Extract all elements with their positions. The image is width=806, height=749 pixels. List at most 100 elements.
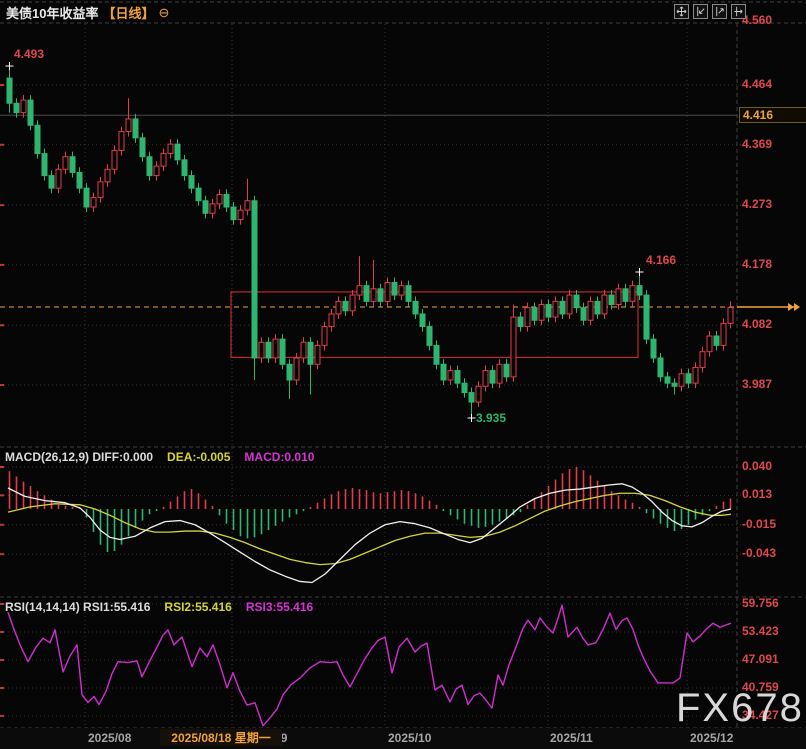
- candle-body: [14, 103, 19, 112]
- candle-body: [252, 201, 257, 358]
- candle-body: [91, 198, 96, 207]
- candle-body: [315, 345, 320, 364]
- candle-body: [679, 374, 684, 387]
- candle-body: [322, 327, 327, 346]
- candle-body: [210, 204, 215, 213]
- chart-header: 美债10年收益率 【日线】 ⊖: [6, 3, 169, 21]
- diff-line: [8, 484, 731, 583]
- date-axis: 2025/082025/092025/102025/112025/122025/…: [0, 728, 806, 749]
- candle-body: [700, 352, 705, 368]
- candle-body: [623, 289, 628, 302]
- candle-body: [413, 301, 418, 314]
- candle-body: [560, 301, 565, 314]
- candle-body: [693, 367, 698, 383]
- candle-body: [525, 308, 530, 327]
- candle-body: [245, 201, 250, 210]
- candle-body: [280, 339, 285, 364]
- candle-body: [56, 169, 61, 188]
- candle-body: [28, 100, 33, 125]
- expand-scale-icon[interactable]: [712, 4, 727, 19]
- macd-axis-label: 0.040: [742, 459, 804, 473]
- candle-body: [644, 295, 649, 339]
- macd-axis-label: 0.013: [742, 487, 804, 501]
- candle-body: [546, 305, 551, 318]
- candle-body: [84, 188, 89, 207]
- candle-body: [196, 188, 201, 201]
- date-axis-label: 2025/10: [388, 731, 431, 745]
- candle-body: [462, 383, 467, 392]
- candle-body: [42, 154, 47, 176]
- candle-body: [189, 176, 194, 189]
- candle-body: [7, 78, 12, 103]
- candle-body: [553, 301, 558, 317]
- price-extreme-label: 3.935: [476, 411, 506, 425]
- candle-body: [630, 286, 635, 302]
- candle-body: [63, 157, 68, 170]
- macd-diff-value: MACD(26,12,9) DIFF:0.000: [5, 450, 153, 464]
- rsi-line: [8, 605, 731, 726]
- candle-body: [224, 194, 229, 207]
- watermark: FX678: [676, 686, 804, 731]
- candle-body: [434, 345, 439, 364]
- macd-macd-value: MACD:0.010: [244, 450, 314, 464]
- rsi2-value: RSI2:55.416: [164, 600, 231, 614]
- candle-body: [616, 289, 621, 305]
- candle-body: [217, 194, 222, 203]
- price-axis-label: 4.369: [742, 137, 804, 151]
- price-extreme-label: 4.166: [646, 253, 676, 267]
- trading-chart-app: 美债10年收益率 【日线】 ⊖ MACD(26,12,9) DIFF:0.000: [0, 0, 806, 749]
- level-price-label: 4.416: [739, 107, 806, 123]
- candle-body: [273, 339, 278, 358]
- compress-scale-icon[interactable]: [693, 4, 708, 19]
- candle-body: [539, 305, 544, 321]
- candle-body: [672, 383, 677, 386]
- candle-body: [70, 157, 75, 173]
- candle-body: [287, 364, 292, 380]
- candle-body: [147, 157, 152, 176]
- rsi-axis-label: 53.423: [742, 624, 804, 638]
- candle-body: [259, 342, 264, 358]
- macd-axis-label: -0.015: [742, 517, 804, 531]
- candle-body: [203, 201, 208, 214]
- candle-body: [399, 286, 404, 295]
- price-axis-label: 4.560: [742, 13, 804, 27]
- candle-body: [371, 289, 376, 302]
- chart-canvas[interactable]: [0, 0, 806, 749]
- candle-body: [497, 364, 502, 383]
- candle-body: [49, 176, 54, 189]
- candle-body: [574, 295, 579, 308]
- candle-body: [595, 301, 600, 314]
- pan-right-icon[interactable]: [731, 4, 746, 19]
- candle-body: [602, 295, 607, 314]
- candle-body: [133, 119, 138, 138]
- candle-body: [406, 286, 411, 302]
- candle-body: [357, 286, 362, 295]
- macd-axis-label: -0.043: [742, 546, 804, 560]
- candle-body: [105, 169, 110, 182]
- price-axis-label: 3.987: [742, 377, 804, 391]
- candle-body: [343, 301, 348, 310]
- move-crosshair-icon[interactable]: [674, 4, 689, 19]
- candle-body: [364, 286, 369, 302]
- candle-body: [665, 377, 670, 383]
- candle-body: [378, 289, 383, 302]
- collapse-icon[interactable]: ⊖: [158, 6, 169, 19]
- rsi-axis-label: 47.091: [742, 652, 804, 666]
- candle-body: [77, 172, 82, 188]
- crosshair-date-label: 2025/08/18 星期一: [160, 729, 282, 746]
- candle-body: [483, 371, 488, 387]
- period-label[interactable]: 【日线】: [102, 3, 154, 22]
- candle-body: [651, 339, 656, 358]
- price-axis-label: 4.464: [742, 77, 804, 91]
- candle-body: [301, 342, 306, 358]
- candle-body: [581, 308, 586, 321]
- candle-body: [686, 374, 691, 383]
- macd-dea-value: DEA:-0.005: [167, 450, 230, 464]
- candles-layer: [7, 67, 733, 418]
- candle-body: [455, 371, 460, 384]
- candle-body: [238, 210, 243, 219]
- candle-body: [518, 317, 523, 326]
- candle-body: [448, 371, 453, 380]
- candle-body: [427, 327, 432, 346]
- date-axis-label: 2025/12: [690, 731, 733, 745]
